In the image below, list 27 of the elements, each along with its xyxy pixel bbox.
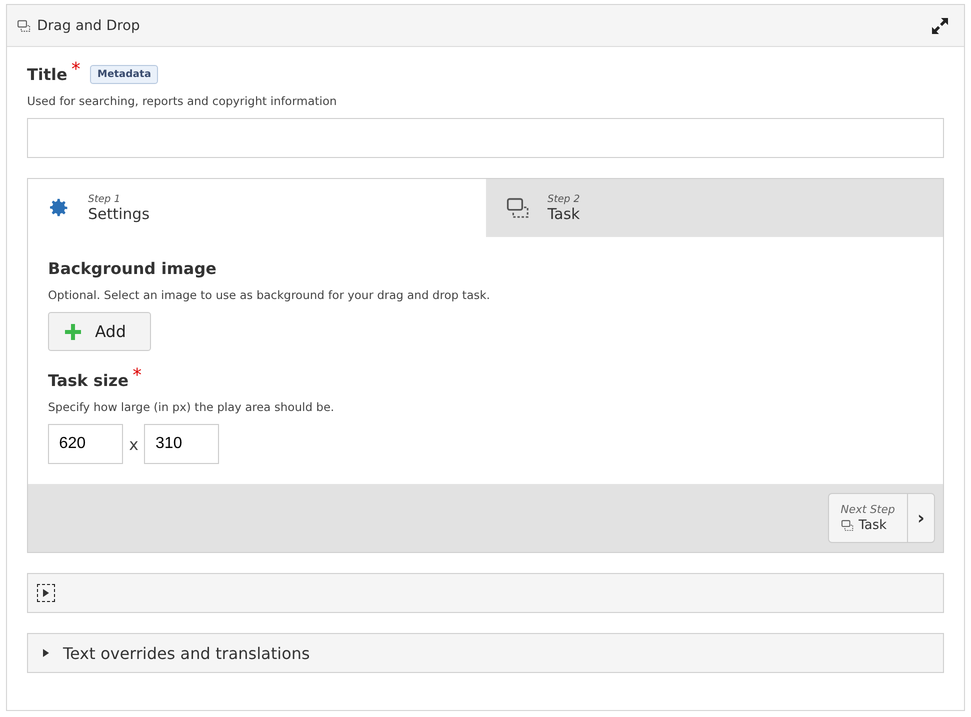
add-button[interactable]: Add (48, 312, 151, 351)
background-image-label: Background image (48, 259, 217, 278)
collapsible-section[interactable] (27, 573, 944, 613)
width-input[interactable]: 620 (48, 424, 123, 464)
caret-icon (43, 589, 49, 597)
title-description: Used for searching, reports and copyright information (27, 94, 338, 108)
required-mark: * (132, 365, 142, 386)
title-label: Title (27, 65, 68, 84)
task-icon (840, 519, 854, 532)
panel-title: Drag and Drop (37, 18, 141, 34)
caret-icon (43, 649, 49, 657)
background-image-description: Optional. Select an image to use as background for your drag and drop task. (48, 288, 492, 302)
task-icon (17, 18, 31, 32)
task-size-label: Task size (48, 371, 129, 390)
required-mark: * (71, 59, 80, 80)
title-input[interactable] (27, 118, 944, 158)
task-icon (506, 196, 530, 220)
task-size-description: Specify how large (in px) the play area should be. (48, 400, 336, 414)
collapsible-section[interactable]: Text overrides and translations (27, 633, 944, 673)
height-input[interactable]: 310 (144, 424, 220, 464)
step-tab[interactable]: Step 2 Task (486, 179, 943, 237)
next-step-button[interactable]: Next Step Task › (828, 493, 935, 543)
expand-icon[interactable] (930, 16, 950, 36)
size-separator: x (129, 434, 138, 454)
plus-icon (65, 324, 81, 340)
gear-icon (48, 197, 70, 219)
metadata-tag[interactable]: Metadata (90, 65, 158, 84)
